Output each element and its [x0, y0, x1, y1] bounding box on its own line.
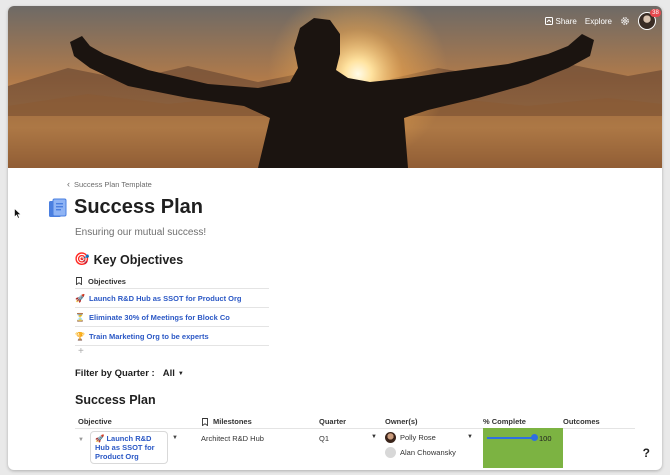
milestones-label: Milestones: [213, 417, 252, 426]
top-bar: Share Explore 38: [544, 9, 661, 32]
chevron-down-icon[interactable]: ▼: [78, 429, 90, 443]
rocket-icon: 🚀: [95, 434, 105, 443]
column-header-percent-complete[interactable]: % Complete: [483, 417, 563, 426]
table-row: ▼ 🚀 Launch R&D Hub as SSOT for Product Or…: [75, 428, 635, 469]
column-header-objective[interactable]: Objective: [75, 417, 201, 426]
quarter-value: Q1: [319, 434, 330, 443]
success-plan-heading: Success Plan: [75, 393, 156, 407]
gear-icon: [621, 17, 629, 25]
hourglass-icon: ⏳: [75, 312, 85, 322]
caret-down-icon: ▼: [371, 434, 377, 440]
filter-label: Filter by Quarter :: [75, 368, 155, 379]
trophy-icon: 🏆: [75, 331, 85, 341]
table-header-row: Objective Milestones Quarter Owner(s) % …: [75, 415, 635, 429]
column-header-owners[interactable]: Owner(s): [385, 417, 483, 426]
objective-chip[interactable]: 🚀 Launch R&D Hub as SSOT for Product Org: [90, 431, 168, 464]
slider-handle[interactable]: [531, 434, 538, 441]
percent-complete-cell: 100: [483, 428, 563, 468]
avatar: [385, 431, 396, 443]
cover-image: Share Explore 38: [8, 6, 662, 168]
share-button[interactable]: Share: [544, 16, 577, 26]
objectives-column-label: Objectives: [88, 276, 126, 286]
owners-cell[interactable]: Polly Rose ▼ Alan Chowansky: [385, 429, 483, 459]
caret-down-icon[interactable]: ▼: [467, 434, 473, 440]
column-header-milestones[interactable]: Milestones: [201, 417, 319, 426]
milestone-cell[interactable]: Architect R&D Hub: [201, 429, 319, 443]
caret-down-icon: ▼: [177, 370, 184, 377]
settings-button[interactable]: [620, 16, 630, 26]
rocket-icon: 🚀: [75, 293, 85, 303]
explore-label: Explore: [584, 16, 612, 26]
owner-item: Alan Chowansky: [385, 445, 483, 459]
objective-link[interactable]: Launch R&D Hub as SSOT for Product Org: [89, 294, 242, 303]
objective-cell: ▼ 🚀 Launch R&D Hub as SSOT for Product Or…: [75, 429, 201, 464]
help-button[interactable]: ?: [643, 446, 650, 460]
owner-name: Alan Chowansky: [400, 447, 456, 457]
quarter-cell[interactable]: Q1 ▼: [319, 429, 385, 443]
document-icon: [49, 198, 67, 217]
mouse-cursor-icon: [14, 208, 22, 219]
avatar: [385, 446, 396, 458]
percent-complete-value: 100: [539, 434, 552, 443]
objectives-table: Objectives 🚀 Launch R&D Hub as SSOT for …: [75, 274, 269, 357]
caret-down-icon[interactable]: ▼: [172, 429, 178, 441]
objective-link[interactable]: Eliminate 30% of Meetings for Block Co: [89, 313, 230, 322]
objective-row[interactable]: 🏆 Train Marketing Org to be experts: [75, 326, 269, 345]
filter-value: All: [162, 368, 175, 379]
app-window: Share Explore 38 ‹ Success Plan Template: [8, 6, 662, 470]
percent-complete-slider[interactable]: [487, 434, 538, 441]
objective-chip-label: Launch R&D Hub as SSOT for Product Org: [95, 434, 155, 461]
chevron-left-icon: ‹: [67, 179, 70, 189]
column-header-quarter[interactable]: Quarter: [319, 417, 385, 426]
quarter-filter-select[interactable]: All ▼: [163, 368, 184, 379]
objectives-column-header[interactable]: Objectives: [75, 274, 269, 288]
target-icon: 🎯: [74, 252, 90, 266]
quarter-filter: Filter by Quarter : All ▼: [75, 368, 184, 379]
owner-name: Polly Rose: [400, 432, 436, 442]
key-objectives-title: Key Objectives: [93, 252, 184, 267]
add-objective-button[interactable]: +: [75, 345, 269, 357]
objective-row[interactable]: ⏳ Eliminate 30% of Meetings for Block Co: [75, 307, 269, 326]
outcomes-cell[interactable]: [563, 429, 635, 434]
objective-row[interactable]: 🚀 Launch R&D Hub as SSOT for Product Org: [75, 288, 269, 307]
bookmark-icon: [202, 417, 208, 426]
success-plan-table: Objective Milestones Quarter Owner(s) % …: [75, 415, 635, 469]
page-title: Success Plan: [74, 196, 203, 218]
explore-button[interactable]: Explore: [585, 17, 612, 26]
notification-badge: 38: [650, 9, 661, 17]
column-header-outcomes[interactable]: Outcomes: [563, 417, 635, 426]
breadcrumb[interactable]: ‹ Success Plan Template: [67, 179, 152, 189]
objective-link[interactable]: Train Marketing Org to be experts: [89, 332, 209, 341]
key-objectives-heading: 🎯 Key Objectives: [74, 252, 183, 267]
breadcrumb-label: Success Plan Template: [74, 179, 152, 189]
share-icon: [544, 17, 553, 25]
owner-item: Polly Rose ▼: [385, 430, 483, 444]
page-subtitle: Ensuring our mutual success!: [75, 227, 207, 238]
share-label: Share: [555, 16, 577, 26]
user-avatar-button[interactable]: 38: [638, 9, 661, 30]
bookmark-icon: [76, 277, 82, 285]
